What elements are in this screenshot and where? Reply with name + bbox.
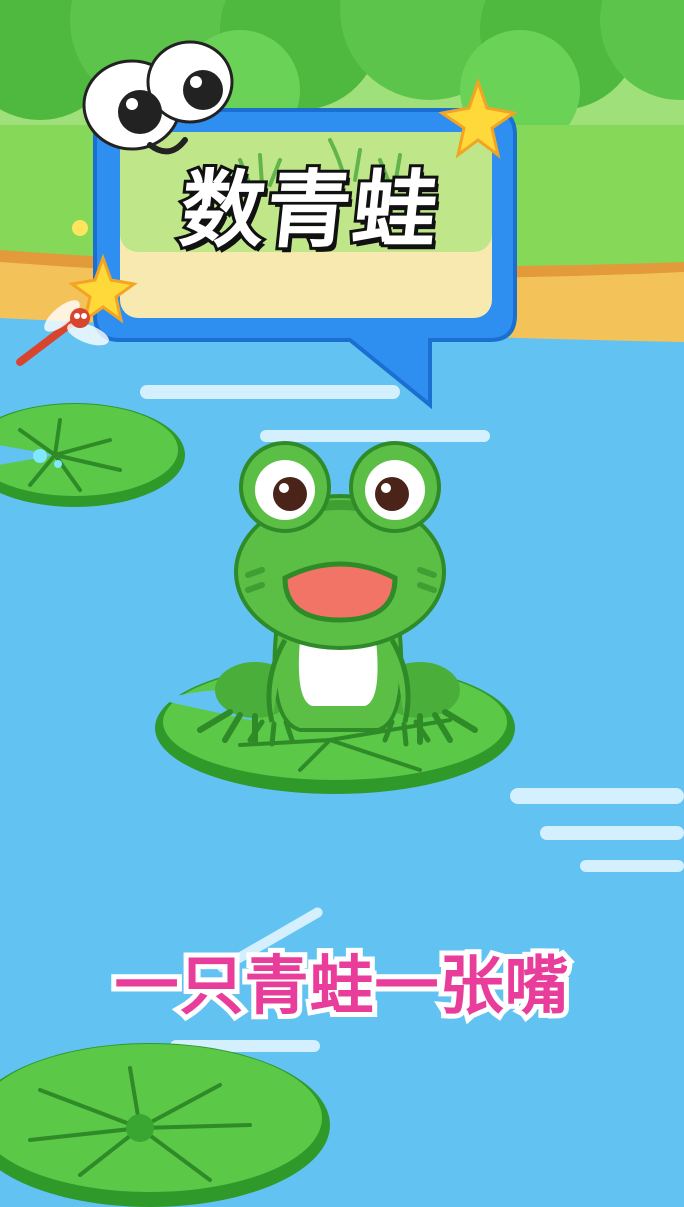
video-title: 数青蛙 [173,158,447,262]
flower-icon [72,220,88,236]
video-frame: 数青蛙 一只青蛙一张嘴 [0,0,684,1207]
subtitle-caption: 一只青蛙一张嘴 [110,950,574,1024]
